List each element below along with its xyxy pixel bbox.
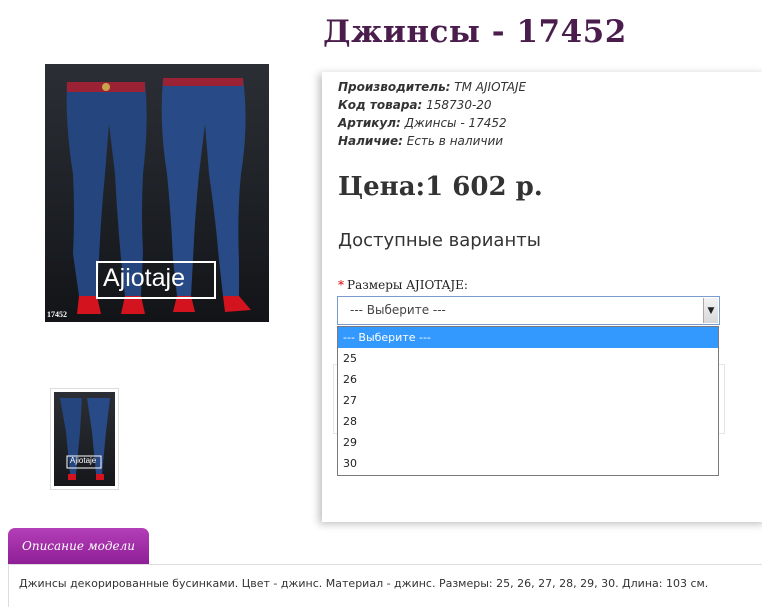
thumb-logo-text: Ajiotaje: [70, 456, 97, 465]
article-row: Артикул: Джинсы - 17452: [338, 114, 526, 132]
article-value: Джинсы - 17452: [404, 116, 507, 130]
tab-description[interactable]: Описание модели: [8, 528, 149, 564]
variants-heading: Доступные варианты: [338, 230, 541, 251]
product-main-image[interactable]: Ajiotaje 17452: [45, 64, 269, 322]
product-code-row: Код товара: 158730-20: [338, 96, 526, 114]
size-option[interactable]: 30: [338, 453, 718, 474]
size-select[interactable]: --- Выберите --- ▼: [337, 296, 720, 325]
product-code-value: 158730-20: [426, 98, 492, 112]
size-select-value: --- Выберите ---: [350, 303, 446, 317]
size-label: * Размеры AJIOTAJE:: [338, 278, 468, 292]
product-details: Производитель: ТМ AJIOTAJE Код товара: 1…: [338, 78, 526, 150]
manufacturer-value: ТМ AJIOTAJE: [454, 80, 527, 94]
size-option[interactable]: 25: [338, 348, 718, 369]
manufacturer-label: Производитель:: [338, 80, 451, 94]
chevron-down-icon[interactable]: ▼: [703, 298, 718, 323]
required-mark: *: [338, 278, 344, 292]
size-option[interactable]: 26: [338, 369, 718, 390]
size-label-text: Размеры AJIOTAJE:: [347, 278, 468, 292]
brand-logo-text: Ajiotaje: [103, 264, 185, 292]
product-price: Цена:1 602 р.: [338, 172, 543, 202]
stock-row: Наличие: Есть в наличии: [338, 132, 526, 150]
thumbnail-image: Ajiotaje: [54, 392, 115, 486]
thumbnail-graphic: [60, 398, 110, 480]
product-thumbnail[interactable]: Ajiotaje: [50, 388, 119, 490]
stock-value: Есть в наличии: [406, 134, 504, 148]
size-dropdown-list[interactable]: --- Выберите --- 25 26 27 28 29 30: [337, 326, 719, 476]
size-option[interactable]: 27: [338, 390, 718, 411]
image-code: 17452: [47, 310, 67, 319]
product-description: Джинсы декорированные бусинками. Цвет - …: [8, 565, 762, 607]
stock-label: Наличие:: [338, 134, 403, 148]
product-code-label: Код товара:: [338, 98, 423, 112]
article-label: Артикул:: [338, 116, 401, 130]
size-option[interactable]: 28: [338, 411, 718, 432]
manufacturer-row: Производитель: ТМ AJIOTAJE: [338, 78, 526, 96]
size-option[interactable]: 29: [338, 432, 718, 453]
size-option[interactable]: --- Выберите ---: [338, 327, 718, 348]
page-title: Джинсы - 17452: [323, 14, 627, 50]
